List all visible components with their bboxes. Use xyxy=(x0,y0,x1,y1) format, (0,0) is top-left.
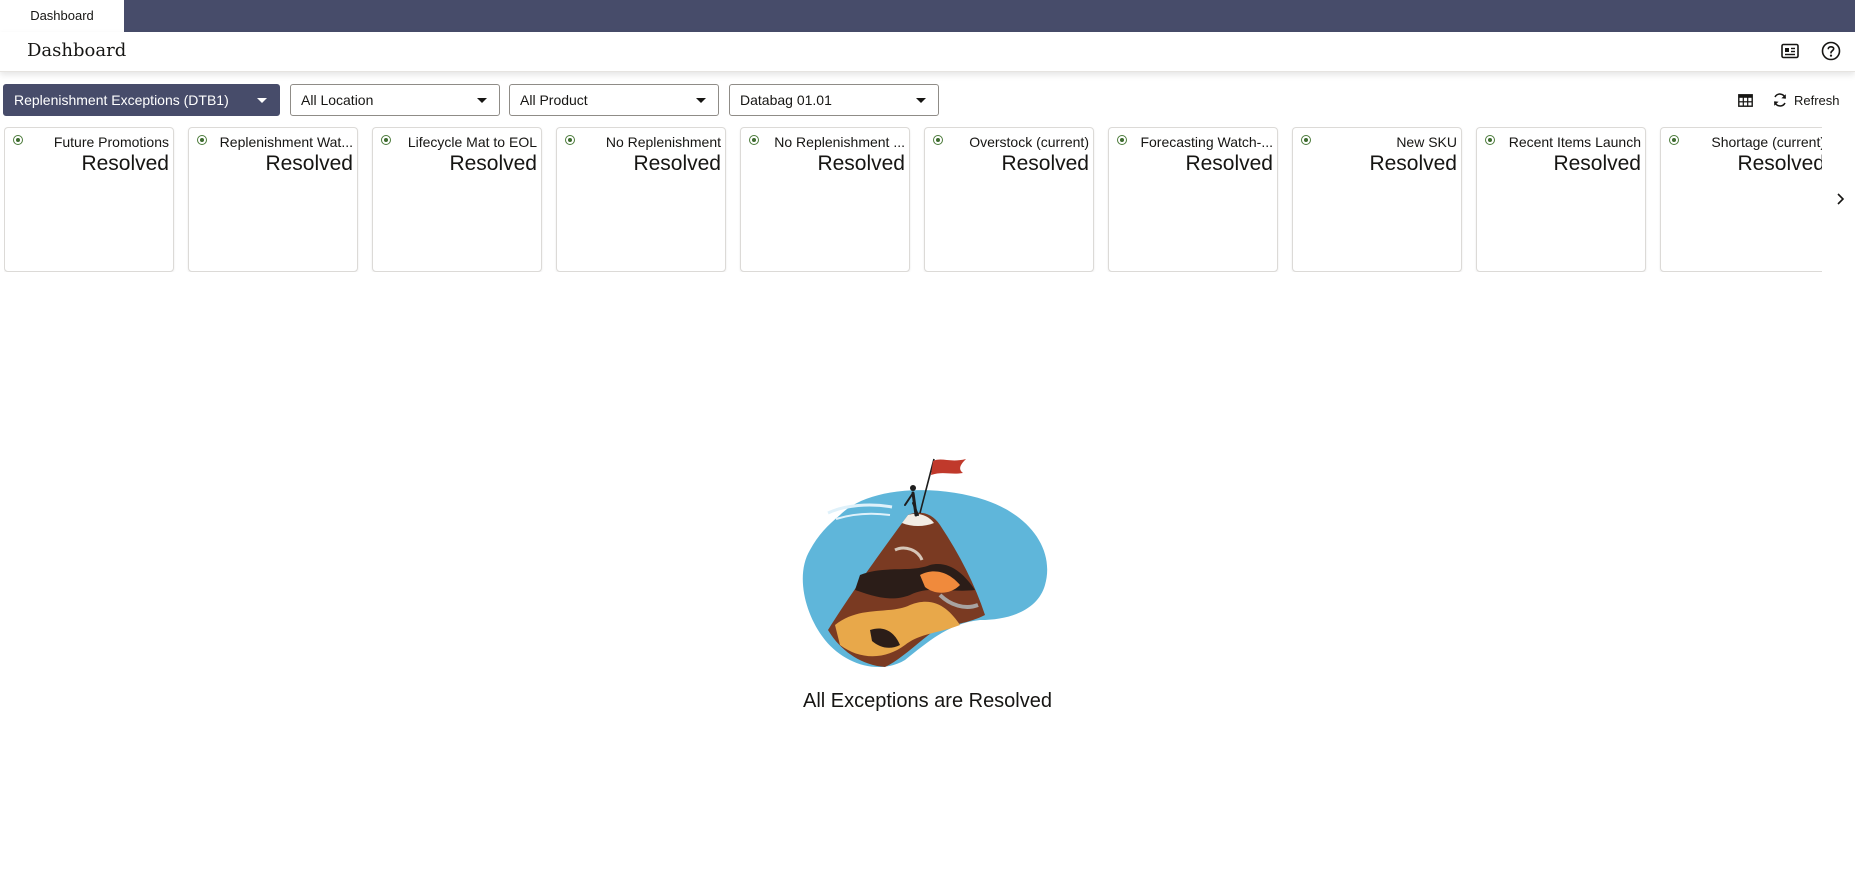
dashboard-select[interactable]: Replenishment Exceptions (DTB1) xyxy=(3,84,280,116)
status-dot-icon xyxy=(1485,135,1495,145)
exception-tile[interactable]: Replenishment Wat... Resolved xyxy=(188,127,358,272)
product-select[interactable]: All Product xyxy=(509,84,719,116)
exception-tile[interactable]: No Replenishment Resolved xyxy=(556,127,726,272)
dashboard-select-value: Replenishment Exceptions (DTB1) xyxy=(14,92,229,108)
tile-name: No Replenishment ... xyxy=(774,134,905,150)
refresh-button[interactable]: Refresh xyxy=(1772,88,1840,112)
tile-name: No Replenishment xyxy=(605,134,721,150)
exception-tile[interactable]: Overstock (current) Resolved xyxy=(924,127,1094,272)
empty-state-message: All Exceptions are Resolved xyxy=(802,690,1052,712)
tile-name: Future Promotions xyxy=(53,134,169,150)
exception-tile[interactable]: Future Promotions Resolved xyxy=(4,127,174,272)
help-icon[interactable] xyxy=(1820,40,1842,62)
databag-select-value: Databag 01.01 xyxy=(740,92,832,108)
location-select-value: All Location xyxy=(301,92,374,108)
status-dot-icon xyxy=(197,135,207,145)
chevron-down-icon xyxy=(257,98,267,103)
status-dot-icon xyxy=(749,135,759,145)
chevron-down-icon xyxy=(916,98,926,103)
status-dot-icon xyxy=(13,135,23,145)
page-header: Dashboard xyxy=(0,32,1855,72)
chevron-right-icon[interactable] xyxy=(1832,189,1848,209)
status-dot-icon xyxy=(1669,135,1679,145)
chevron-down-icon xyxy=(696,98,706,103)
tile-name: Shortage (current) xyxy=(1711,134,1822,150)
product-select-value: All Product xyxy=(520,92,588,108)
tile-status: Resolved xyxy=(633,152,721,175)
tile-status: Resolved xyxy=(81,152,169,175)
exception-tile[interactable]: Lifecycle Mat to EOL Resolved xyxy=(372,127,542,272)
tile-status: Resolved xyxy=(449,152,537,175)
dashboard-view-icon[interactable] xyxy=(1779,40,1801,62)
tile-status: Resolved xyxy=(817,152,905,175)
filter-toolbar: Replenishment Exceptions (DTB1) All Loca… xyxy=(0,84,1855,116)
status-dot-icon xyxy=(1301,135,1311,145)
exception-tile[interactable]: New SKU Resolved xyxy=(1292,127,1462,272)
table-icon xyxy=(1738,93,1753,107)
mountain-summit-flag-illustration xyxy=(800,455,1050,670)
tile-name: Lifecycle Mat to EOL xyxy=(407,134,537,150)
status-dot-icon xyxy=(1117,135,1127,145)
chevron-down-icon xyxy=(477,98,487,103)
tile-status: Resolved xyxy=(1001,152,1089,175)
tile-name: Recent Items Launch xyxy=(1508,134,1641,150)
tile-status: Resolved xyxy=(1553,152,1641,175)
status-dot-icon xyxy=(933,135,943,145)
tile-name: New SKU xyxy=(1396,134,1457,150)
exception-tile[interactable]: Shortage (current) Resolved xyxy=(1660,127,1822,272)
tile-name: Forecasting Watch-... xyxy=(1140,134,1273,150)
status-dot-icon xyxy=(565,135,575,145)
tile-status: Resolved xyxy=(1369,152,1457,175)
databag-select[interactable]: Databag 01.01 xyxy=(729,84,939,116)
refresh-icon xyxy=(1774,93,1786,107)
location-select[interactable]: All Location xyxy=(290,84,500,116)
refresh-label: Refresh xyxy=(1794,92,1840,108)
table-view-button[interactable] xyxy=(1738,88,1753,112)
status-dot-icon xyxy=(381,135,391,145)
exception-tile[interactable]: Recent Items Launch Resolved xyxy=(1476,127,1646,272)
tab-dashboard[interactable]: Dashboard xyxy=(0,0,124,32)
tile-status: Resolved xyxy=(265,152,353,175)
tile-status: Resolved xyxy=(1737,152,1822,175)
tile-name: Overstock (current) xyxy=(969,134,1089,150)
tile-name: Replenishment Wat... xyxy=(219,134,353,150)
exception-tile[interactable]: No Replenishment ... Resolved xyxy=(740,127,910,272)
tab-bar: Dashboard xyxy=(0,0,1855,32)
exception-tiles: Future Promotions Resolved Replenishment… xyxy=(4,127,1822,272)
tile-status: Resolved xyxy=(1185,152,1273,175)
page-title: Dashboard xyxy=(27,40,127,61)
exception-tile[interactable]: Forecasting Watch-... Resolved xyxy=(1108,127,1278,272)
